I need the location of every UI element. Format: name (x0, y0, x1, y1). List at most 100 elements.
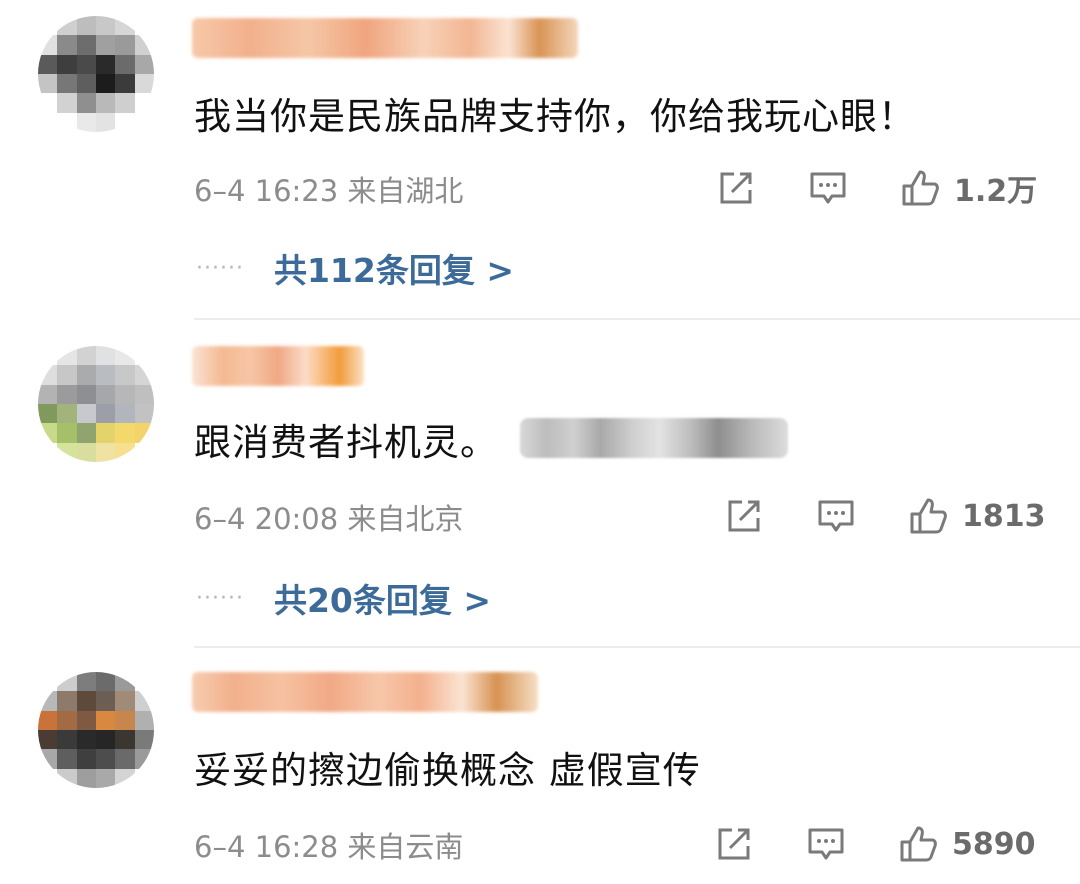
avatar-pixel (38, 749, 58, 769)
avatar[interactable] (38, 672, 154, 788)
avatar-pixel (115, 365, 135, 385)
avatar-pixel (57, 346, 77, 366)
avatar-pixel (38, 730, 58, 750)
redacted-text (520, 418, 788, 458)
comment-meta: 6–4 16:28 来自云南 (194, 830, 464, 864)
avatar-pixel (115, 35, 135, 55)
avatar[interactable] (38, 16, 154, 132)
comment-text: 我当你是民族品牌支持你，你给我玩心眼！ (194, 95, 916, 138)
avatar-pixel (115, 691, 135, 711)
avatar-pixel (76, 404, 96, 424)
avatar-pixel (134, 730, 154, 750)
avatar-pixel (134, 672, 154, 692)
avatar-pixel (115, 730, 135, 750)
avatar-pixel (57, 730, 77, 750)
username-blurred[interactable] (192, 18, 578, 58)
avatar-pixel (134, 442, 154, 462)
comment-icon[interactable] (804, 822, 848, 866)
avatar-pixel (115, 384, 135, 404)
comment-icon[interactable] (806, 166, 850, 210)
avatar[interactable] (38, 346, 154, 462)
avatar-pixel (115, 346, 135, 366)
avatar-pixel (96, 54, 116, 74)
avatar-pixel (134, 768, 154, 788)
avatar-pixel (134, 691, 154, 711)
view-replies-link[interactable]: 共112条回复 > (274, 244, 514, 292)
replies-row[interactable]: ······ 共20条回复 > (196, 574, 491, 622)
avatar-pixel (57, 112, 77, 132)
avatar-pixel (134, 74, 154, 94)
avatar-pixel (76, 112, 96, 132)
share-icon[interactable] (722, 494, 766, 538)
avatar-pixel (57, 54, 77, 74)
avatar-pixel (115, 404, 135, 424)
avatar-pixel (57, 749, 77, 769)
replies-row[interactable]: ······ 共112条回复 > (196, 244, 514, 292)
avatar-pixel (38, 710, 58, 730)
avatar-pixel (38, 112, 58, 132)
avatar-pixel (38, 16, 58, 36)
avatar-pixel (38, 442, 58, 462)
avatar-pixel (76, 16, 96, 36)
avatar-pixel (96, 93, 116, 113)
avatar-pixel (38, 35, 58, 55)
thumbs-up-icon (900, 826, 937, 862)
avatar-pixel (115, 54, 135, 74)
avatar-pixel (38, 74, 58, 94)
avatar-pixel (96, 16, 116, 36)
avatar-pixel (76, 423, 96, 443)
dotted-leader-icon: ······ (196, 585, 244, 611)
avatar-pixel (96, 384, 116, 404)
avatar-pixel (57, 74, 77, 94)
avatar-pixel (38, 346, 58, 366)
username-blurred[interactable] (192, 346, 364, 386)
avatar-pixel (134, 384, 154, 404)
avatar-pixel (96, 730, 116, 750)
share-icon[interactable] (712, 822, 756, 866)
avatar-pixel (134, 710, 154, 730)
avatar-pixel (96, 768, 116, 788)
avatar-pixel (134, 365, 154, 385)
avatar-pixel (115, 16, 135, 36)
avatar-pixel (115, 112, 135, 132)
avatar-pixel (38, 768, 58, 788)
avatar-pixel (96, 35, 116, 55)
avatar-pixel (38, 672, 58, 692)
avatar-pixel (57, 691, 77, 711)
username-blurred[interactable] (192, 672, 538, 712)
avatar-pixel (134, 423, 154, 443)
avatar-pixel (76, 365, 96, 385)
like-count: 1.2万 (954, 174, 1038, 209)
like-button[interactable]: 5890 (896, 822, 1036, 866)
avatar-pixel (96, 365, 116, 385)
avatar-pixel (134, 404, 154, 424)
avatar-pixel (96, 404, 116, 424)
avatar-pixel (115, 442, 135, 462)
comment-text: 跟消费者抖机灵。 (194, 421, 498, 464)
share-icon[interactable] (714, 166, 758, 210)
avatar-pixel (96, 423, 116, 443)
dotted-leader-icon: ······ (196, 255, 244, 281)
avatar-pixel (115, 74, 135, 94)
avatar-pixel (38, 384, 58, 404)
avatar-pixel (134, 16, 154, 36)
avatar-pixel (57, 672, 77, 692)
thumbs-up-icon (910, 498, 947, 534)
avatar-pixel (115, 93, 135, 113)
view-replies-link[interactable]: 共20条回复 > (274, 574, 491, 622)
avatar-pixel (38, 404, 58, 424)
comment-meta: 6–4 16:23 来自湖北 (194, 174, 464, 208)
avatar-pixel (57, 768, 77, 788)
divider (194, 646, 1080, 648)
like-button[interactable]: 1.2万 (898, 166, 1037, 210)
avatar-pixel (115, 423, 135, 443)
avatar-pixel (134, 112, 154, 132)
like-button[interactable]: 1813 (906, 494, 1046, 538)
comment-icon[interactable] (814, 494, 858, 538)
avatar-pixel (76, 74, 96, 94)
avatar-pixel (76, 93, 96, 113)
avatar-pixel (38, 691, 58, 711)
avatar-pixel (38, 54, 58, 74)
like-count: 5890 (952, 826, 1036, 862)
avatar-pixel (115, 710, 135, 730)
